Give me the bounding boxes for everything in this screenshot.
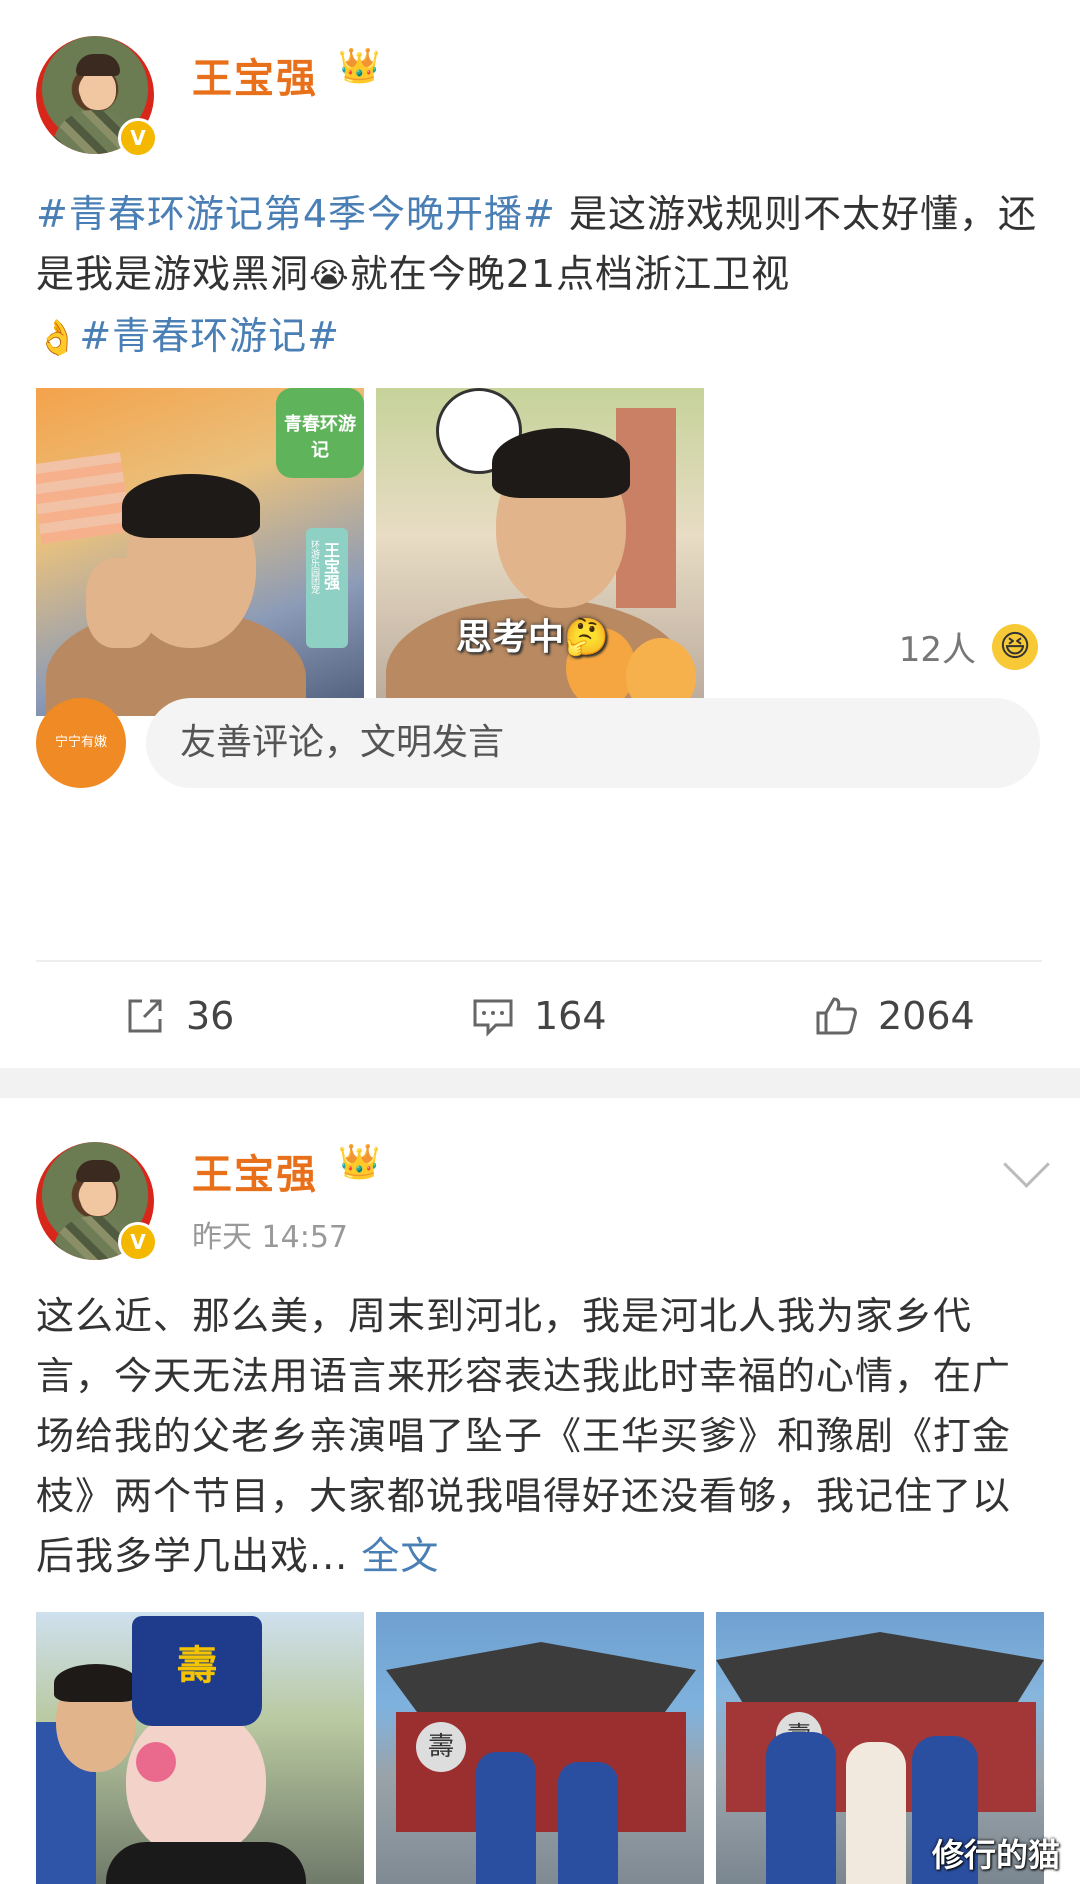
stage-emblem: 壽 bbox=[416, 1722, 466, 1772]
weibo-post-2: V 王宝强 👑 昨天 14:57 这么近、那么美，周末到河北，我是河北人我为家乡… bbox=[0, 1098, 1080, 1884]
reaction-count: 12人 bbox=[898, 630, 976, 670]
current-user-avatar[interactable]: 宁宁有嫩 bbox=[36, 698, 126, 788]
username[interactable]: 王宝强 bbox=[192, 46, 318, 104]
full-text-link[interactable]: 全文 bbox=[361, 1534, 439, 1578]
comment-input[interactable]: 友善评论，文明发言 bbox=[146, 698, 1040, 788]
hashtag-link[interactable]: #青春环游记# bbox=[79, 314, 340, 358]
repost-button[interactable]: 36 bbox=[122, 986, 234, 1046]
show-logo-sticker: 青春环游记 bbox=[276, 388, 364, 478]
post-text: 这么近、那么美，周末到河北，我是河北人我为家乡代言，今天无法用语言来形容表达我此… bbox=[36, 1286, 1046, 1586]
image-caption: 思考中🤔 bbox=[456, 617, 609, 658]
repost-count: 36 bbox=[186, 994, 235, 1038]
post-text: #青春环游记第4季今晚开播# 是这游戏规则不太好懂，还是我是游戏黑洞😭就在今晚2… bbox=[36, 184, 1046, 368]
ok-hand-emoji-icon: 👌 bbox=[36, 318, 80, 358]
post-image-2[interactable]: 壽 bbox=[376, 1612, 704, 1884]
watermark: 修行的猫 bbox=[931, 1836, 1060, 1874]
comment-icon bbox=[473, 999, 513, 1037]
crown-icon: 👑 bbox=[338, 46, 381, 86]
name-tag: 王宝强 环游乐园团宠 bbox=[306, 528, 348, 648]
opera-hat: 壽 bbox=[132, 1616, 262, 1726]
feed-separator bbox=[0, 1068, 1080, 1098]
post-body-text: 就在今晚21点档浙江卫视 bbox=[349, 252, 791, 296]
post-time: 昨天 14:57 bbox=[192, 1220, 348, 1255]
share-icon bbox=[128, 999, 162, 1033]
name-tag-sublabel: 环游乐园团宠 bbox=[309, 540, 319, 594]
comment-placeholder: 友善评论，文明发言 bbox=[180, 722, 505, 763]
crown-icon: 👑 bbox=[338, 1142, 381, 1182]
post-body-text: 这么近、那么美，周末到河北，我是河北人我为家乡代言，今天无法用语言来形容表达我此… bbox=[36, 1294, 1012, 1578]
post-image-2[interactable]: 思考中🤔 bbox=[376, 388, 704, 716]
post-image-1[interactable]: 壽 bbox=[36, 1612, 364, 1884]
thumbs-up-icon bbox=[816, 997, 857, 1035]
like-button[interactable]: 2064 bbox=[814, 986, 975, 1046]
chevron-down-icon[interactable] bbox=[1003, 1141, 1050, 1188]
post-image-1[interactable]: 青春环游记 王宝强 环游乐园团宠 bbox=[36, 388, 364, 716]
weibo-post-1: V 王宝强 👑 #青春环游记第4季今晚开播# 是这游戏规则不太好懂，还是我是游戏… bbox=[0, 0, 1080, 1068]
comment-button[interactable]: 164 bbox=[470, 986, 607, 1046]
comment-count: 164 bbox=[534, 994, 607, 1038]
hashtag-link[interactable]: #青春环游记第4季今晚开播# bbox=[36, 192, 556, 236]
crying-laugh-emoji-icon: 😭 bbox=[309, 256, 350, 296]
like-count: 2064 bbox=[878, 994, 975, 1038]
verified-badge-icon: V bbox=[118, 118, 158, 158]
name-tag-label: 王宝强 bbox=[321, 542, 340, 590]
verified-badge-icon: V bbox=[118, 1222, 158, 1262]
divider bbox=[36, 960, 1042, 962]
reaction-summary[interactable]: 12人 😆 bbox=[899, 622, 1038, 671]
laughing-emoji-icon: 😆 bbox=[992, 623, 1038, 670]
username[interactable]: 王宝强 bbox=[192, 1142, 318, 1200]
